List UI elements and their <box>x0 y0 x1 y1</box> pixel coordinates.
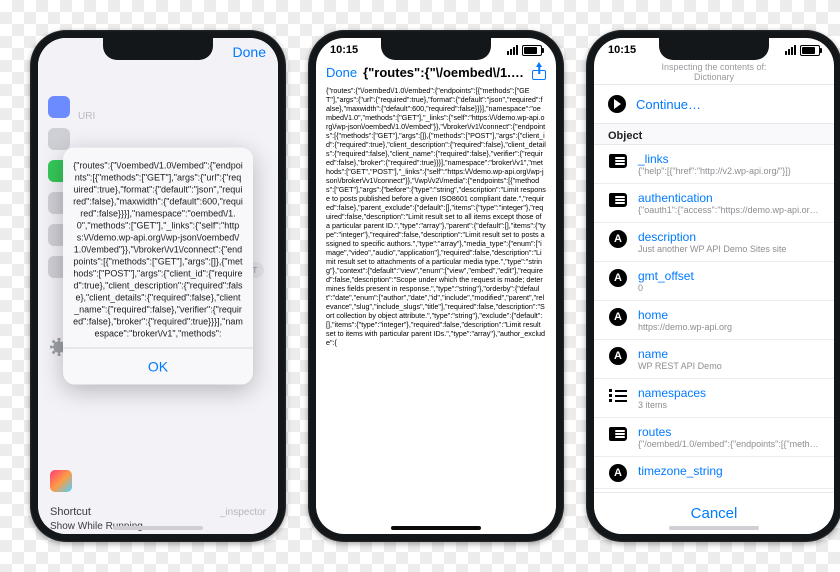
text-type-icon: A <box>608 269 628 287</box>
row-key: description <box>638 230 820 244</box>
json-text-content[interactable]: {"routes":{"\/oembed\/1.0\/embed":{"endp… <box>316 86 556 506</box>
text-type-icon: A <box>608 308 628 326</box>
row-value: {"help":[{"href":"http://v2.wp-api.org/"… <box>638 166 820 177</box>
text-type-icon: A <box>608 230 628 248</box>
phone-3: 10:15 Inspecting the contents of: Dictio… <box>586 30 840 542</box>
phone-2: 10:15 Done {"routes":{"\/oembed\/1.0\/e…… <box>308 30 564 542</box>
alert-body: {"routes":{"\/oembed\/1.0\/embed":{"endp… <box>63 148 253 348</box>
row-text: timezone_string <box>638 464 820 478</box>
row-value: 0 <box>638 283 820 294</box>
status-time: 10:15 <box>330 44 358 56</box>
object-row[interactable]: Ahomehttps://demo.wp-api.org <box>594 301 834 340</box>
list-icon <box>608 386 628 404</box>
alert-dialog: {"routes":{"\/oembed\/1.0\/embed":{"endp… <box>63 148 253 385</box>
signal-icon <box>507 45 518 55</box>
inspector-label: _inspector <box>220 507 266 518</box>
play-icon <box>608 95 626 113</box>
text-type-icon: A <box>608 347 628 365</box>
object-row[interactable]: namespaces3 items <box>594 379 834 418</box>
row-key: gmt_offset <box>638 269 820 283</box>
home-indicator <box>669 526 759 530</box>
row-text: descriptionJust another WP API Demo Site… <box>638 230 820 255</box>
done-button[interactable]: Done <box>326 65 357 80</box>
row-key: timezone_string <box>638 464 820 478</box>
object-row[interactable]: _links{"help":[{"href":"http://v2.wp-api… <box>594 145 834 184</box>
quicklook-bar: Done {"routes":{"\/oembed\/1.0\/e… <box>316 56 556 86</box>
status-time: 10:15 <box>608 44 636 56</box>
object-row[interactable]: routes{"/oembed/1.0/embed":{"endpoints":… <box>594 418 834 457</box>
row-key: routes <box>638 425 820 439</box>
row-value: Just another WP API Demo Sites site <box>638 244 820 255</box>
row-key: authentication <box>638 191 820 205</box>
row-key: _links <box>638 152 820 166</box>
row-text: homehttps://demo.wp-api.org <box>638 308 820 333</box>
object-row[interactable]: Agmt_offset0 <box>594 262 834 301</box>
continue-row[interactable]: Continue… <box>594 84 834 124</box>
home-indicator <box>113 526 203 530</box>
object-rows: _links{"help":[{"href":"http://v2.wp-api… <box>594 145 834 492</box>
row-key: home <box>638 308 820 322</box>
dictionary-icon <box>608 152 628 170</box>
row-text: routes{"/oembed/1.0/embed":{"endpoints":… <box>638 425 820 450</box>
row-value: {"oauth1":{"access":"https://demo.wp-api… <box>638 205 820 216</box>
row-value: https://demo.wp-api.org <box>638 322 820 333</box>
home-indicator <box>391 526 481 530</box>
dictionary-icon <box>608 425 628 443</box>
row-icon <box>48 128 70 150</box>
section-header: Object <box>594 124 834 145</box>
quicklook-title: {"routes":{"\/oembed\/1.0\/e… <box>363 65 526 80</box>
row-text: gmt_offset0 <box>638 269 820 294</box>
signal-icon <box>785 45 796 55</box>
notch <box>381 38 491 60</box>
notch <box>103 38 213 60</box>
row-text: _links{"help":[{"href":"http://v2.wp-api… <box>638 152 820 177</box>
alert-ok-button[interactable]: OK <box>63 349 253 385</box>
shortcut-label: Shortcut <box>50 506 91 518</box>
shortcuts-app-icon <box>50 470 72 492</box>
text-type-icon: A <box>608 464 628 482</box>
row-key: namespaces <box>638 386 820 400</box>
row-key: name <box>638 347 820 361</box>
share-icon[interactable] <box>532 64 546 80</box>
row-text: namespaces3 items <box>638 386 820 411</box>
notch <box>659 38 769 60</box>
done-button[interactable]: Done <box>233 44 266 60</box>
battery-icon <box>522 45 542 56</box>
battery-icon <box>800 45 820 56</box>
web-icon[interactable] <box>48 96 70 118</box>
row-text: nameWP REST API Demo <box>638 347 820 372</box>
phone-1: 10:15 Done URI Adv Met Hea GET Shortcut … <box>30 30 286 542</box>
object-row[interactable]: authentication{"oauth1":{"access":"https… <box>594 184 834 223</box>
row-value: 3 items <box>638 400 820 411</box>
object-row[interactable]: Atimezone_string <box>594 457 834 489</box>
row-value: WP REST API Demo <box>638 361 820 372</box>
object-row[interactable]: AdescriptionJust another WP API Demo Sit… <box>594 223 834 262</box>
dictionary-icon <box>608 191 628 209</box>
row-text: authentication{"oauth1":{"access":"https… <box>638 191 820 216</box>
inspector-heading: Inspecting the contents of: Dictionary <box>594 56 834 84</box>
object-row[interactable]: AnameWP REST API Demo <box>594 340 834 379</box>
row-value: {"/oembed/1.0/embed":{"endpoints":[{"met… <box>638 439 820 450</box>
continue-label: Continue… <box>636 97 701 112</box>
